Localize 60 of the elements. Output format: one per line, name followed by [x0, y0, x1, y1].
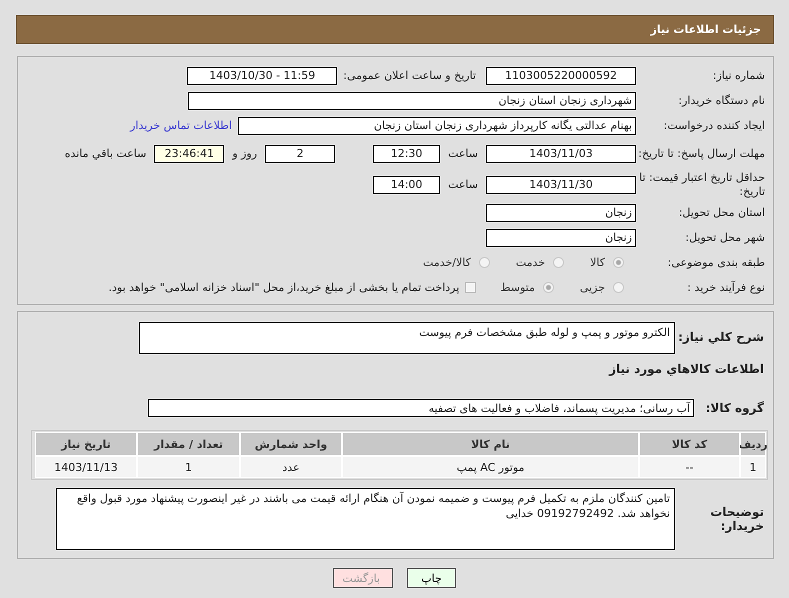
field-label: توضیحات خریدار: — [709, 505, 765, 533]
field-label: نوع فرآیند خرید : — [686, 280, 766, 294]
column-header: نام کالا — [342, 432, 639, 456]
requester-field[interactable]: بهنام عدالتی یگانه کارپرداز شهرداری زنجان استان زنجان — [238, 116, 636, 134]
remaining-label: ساعت باقي مانده — [64, 147, 146, 160]
table-cell: 1403/11/13 — [35, 456, 137, 478]
field-label: استان محل تحویل: — [678, 206, 766, 220]
field-label: مهلت ارسال پاسخ: تا تاریخ: — [637, 146, 766, 160]
buyer-contact-link[interactable]: اطلاعات تماس خریدار — [130, 119, 232, 132]
days-label: روز و — [232, 147, 258, 160]
page-title: جزئیات اطلاعات نیاز — [650, 23, 761, 36]
field-label: نام دستگاه خریدار: — [677, 94, 766, 108]
time-label: ساعت — [448, 147, 478, 160]
radio-button[interactable] — [478, 257, 490, 268]
radio-button[interactable] — [613, 282, 624, 293]
field-label: شرح کلي نياز: — [677, 329, 765, 344]
reply-time-field[interactable]: 12:30 — [373, 144, 440, 162]
column-header: کد کالا — [639, 432, 740, 456]
column-header: ردیف — [740, 432, 766, 456]
radio-label: خدمت — [516, 256, 546, 269]
payment-note: پرداخت تمام یا بخشی از مبلغ خرید،از محل "اسناد خزانه اسلامی" خواهد بود. — [108, 281, 460, 294]
province-field[interactable]: زنجان — [486, 204, 636, 222]
summary-textarea[interactable]: الکترو موتور و پمپ و لوله طبق مشخصات فرم پیوست — [139, 322, 675, 354]
table-cell: 1 — [137, 456, 240, 478]
radio-label: جزیی — [580, 281, 605, 294]
radio-button[interactable] — [542, 282, 554, 293]
field-label: شماره نیاز: — [712, 68, 766, 82]
section-title: اطلاعات کالاهاي مورد نياز — [608, 361, 765, 378]
remaining-time-field[interactable]: 23:46:41 — [154, 144, 224, 162]
city-field[interactable]: زنجان — [486, 228, 636, 246]
announce-date-field[interactable]: 1403/10/30 - 11:59 — [187, 66, 338, 84]
column-header: تعداد / مقدار — [137, 432, 240, 456]
time-label: ساعت — [448, 178, 478, 191]
radio-label: کالا — [590, 256, 605, 269]
column-header: تاریخ نیاز — [35, 432, 137, 456]
column-header: واحد شمارش — [240, 432, 342, 456]
days-field[interactable]: 2 — [265, 144, 336, 162]
goods-group-field[interactable]: آب رسانی؛ مدیریت پسماند، فاضلاب و فعالیت های تصفیه — [148, 399, 694, 417]
buyer-notes-textarea[interactable]: تامین کنندگان ملزم به تکمیل فرم پیوست و ضمیمه نمودن آن هنگام ارائه قیمت می باشند در غیر اینصورت پیشنهاد مورد قبول واقع نخواهد شد. 09192792492 خدایی — [56, 488, 675, 550]
radio-label: کالا/خدمت — [423, 256, 471, 269]
reply-date-field[interactable]: 1403/11/03 — [486, 144, 636, 162]
buyer-org-field[interactable]: شهرداری زنجان استان زنجان — [188, 92, 636, 110]
radio-button[interactable] — [553, 257, 564, 268]
validity-time-field[interactable]: 14:00 — [373, 176, 440, 194]
table-cell: -- — [639, 456, 740, 478]
field-label: حداقل تاریخ اعتبار قیمت: تا تاریخ: — [638, 170, 766, 198]
print-button[interactable]: چاپ — [407, 568, 456, 588]
validity-date-field[interactable]: 1403/11/30 — [486, 176, 636, 194]
table-cell: موتور AC پمپ — [342, 456, 639, 478]
checkbox[interactable] — [465, 282, 476, 293]
radio-label: متوسط — [500, 281, 535, 294]
table-cell: 1 — [740, 456, 766, 478]
need-number-field[interactable]: 1103005220000592 — [486, 66, 636, 84]
field-label: گروه کالا: — [704, 401, 765, 415]
table-cell: عدد — [240, 456, 342, 478]
field-label: تاریخ و ساعت اعلان عمومی: — [343, 69, 476, 82]
radio-button[interactable] — [613, 257, 624, 268]
field-label: طبقه بندی موضوعی: — [666, 256, 766, 270]
field-label: ایجاد کننده درخواست: — [662, 118, 766, 132]
field-label: شهر محل تحویل: — [684, 230, 766, 244]
